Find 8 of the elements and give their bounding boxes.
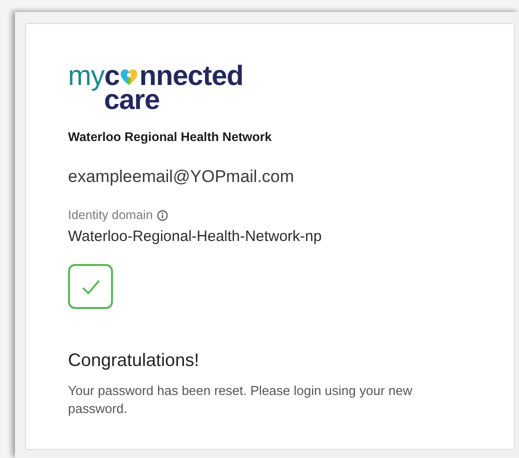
info-icon[interactable] [156,210,168,221]
organization-name: Waterloo Regional Health Network [68,128,272,146]
success-message: Your password has been reset. Please login using your new password. [68,382,414,418]
success-heading: Congratulations! [68,349,200,372]
identity-domain-value: Waterloo-Regional-Health-Network-np [68,226,322,247]
email-address: exampleemail@YOPmail.com [68,166,294,188]
logo: myc nnected care [68,64,244,112]
identity-domain-label: Identity domain [68,206,153,224]
